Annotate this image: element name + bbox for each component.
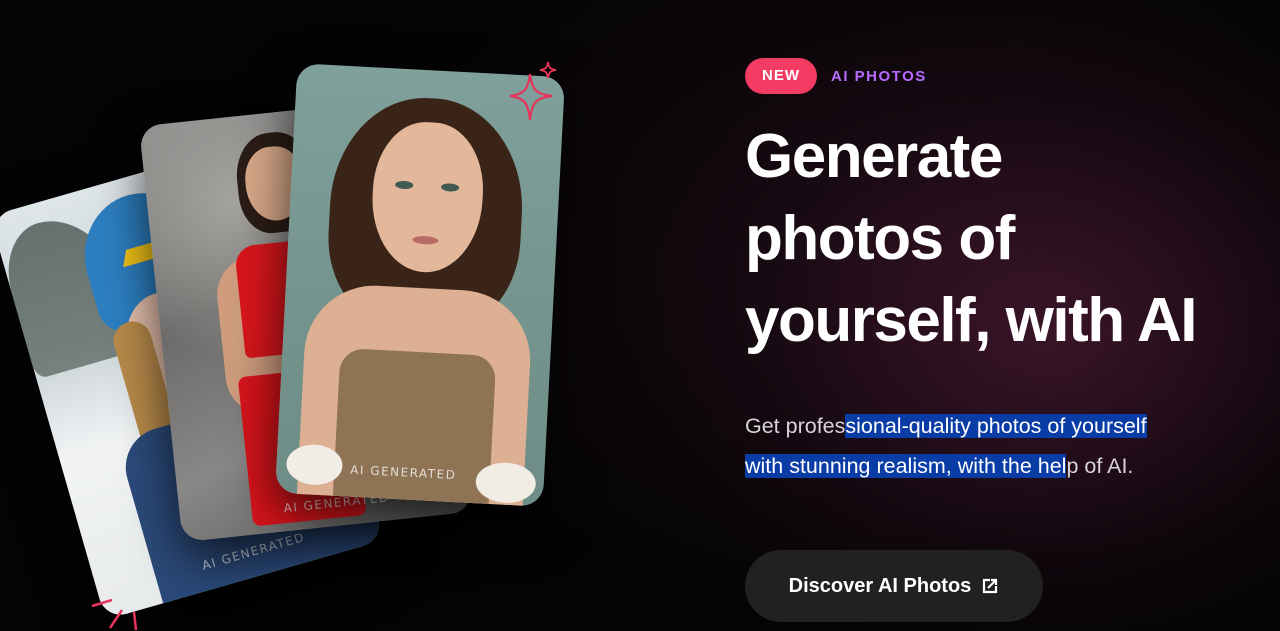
tank-top bbox=[332, 347, 497, 507]
hero-description: Get professional-quality photos of yours… bbox=[745, 406, 1225, 486]
discover-ai-photos-button[interactable]: Discover AI Photos bbox=[745, 550, 1043, 622]
tag-row: NEW AI PHOTOS bbox=[745, 58, 1245, 94]
headline-line-3: yourself, with AI bbox=[745, 286, 1198, 355]
sparkle-icon bbox=[509, 61, 557, 121]
external-link-icon bbox=[983, 578, 998, 594]
selected-text: sional-quality photos of yourself bbox=[845, 414, 1147, 438]
hero-section: NEW AI PHOTOS Generate photos of yoursel… bbox=[745, 58, 1245, 508]
page-title: Generate photos of yourself, with AI bbox=[745, 116, 1245, 362]
description-text: Get profes bbox=[745, 414, 846, 438]
burst-lines-icon bbox=[91, 598, 138, 631]
selected-text: with stunning realism, with the hel bbox=[745, 454, 1067, 478]
ai-photos-tag: AI PHOTOS bbox=[831, 67, 927, 85]
headline-line-2: photos of bbox=[745, 204, 1015, 273]
description-text: p of AI. bbox=[1066, 454, 1134, 478]
button-label: Discover AI Photos bbox=[788, 574, 972, 597]
new-badge: NEW bbox=[745, 58, 817, 94]
headline-line-1: Generate bbox=[745, 122, 1003, 191]
